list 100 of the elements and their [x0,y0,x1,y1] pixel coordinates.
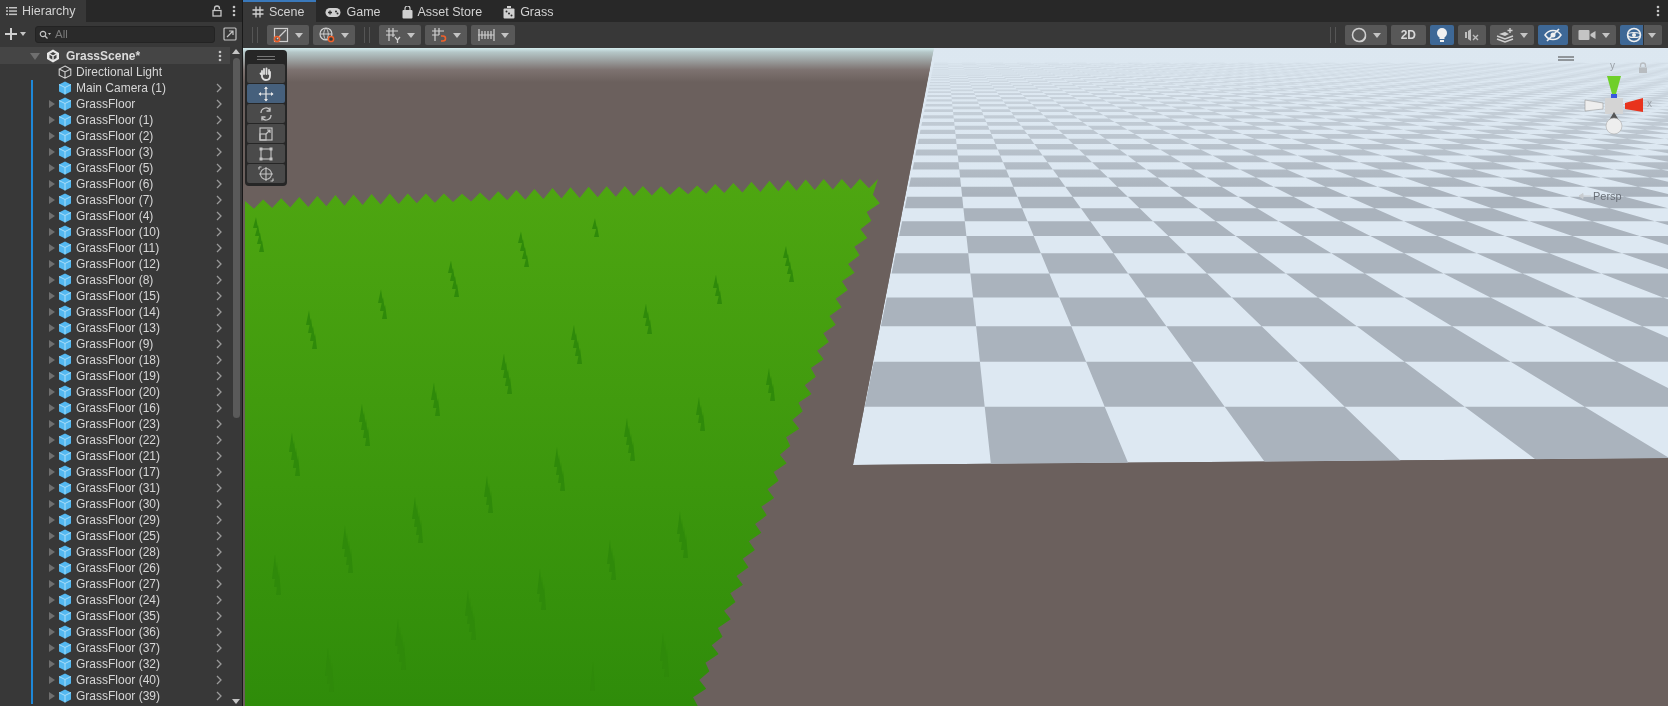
expand-arrow-icon[interactable] [48,179,56,189]
tool-button[interactable] [247,164,285,183]
expand-arrow-icon[interactable] [48,435,56,445]
editor-tab[interactable]: Asset Store [392,0,495,22]
tool-button[interactable] [247,104,285,123]
expand-arrow-icon[interactable] [48,323,56,333]
scene-view-button[interactable] [1430,25,1454,45]
hierarchy-item[interactable]: GrassFloor (37) [0,640,230,656]
hierarchy-item[interactable]: GrassFloor (14) [0,304,230,320]
tool-button[interactable] [247,84,285,103]
expand-arrow-icon[interactable] [48,691,56,701]
hierarchy-item[interactable]: GrassFloor (25) [0,528,230,544]
hierarchy-item[interactable]: GrassFloor (9) [0,336,230,352]
hierarchy-item[interactable]: GrassFloor (21) [0,448,230,464]
projection-label[interactable]: Persp [1593,190,1622,202]
tool-button[interactable] [247,124,285,143]
expand-arrow-icon[interactable] [48,467,56,477]
scene-view-button[interactable]: 2D [1390,25,1426,45]
hierarchy-item[interactable]: GrassFloor (40) [0,672,230,688]
expand-arrow-icon[interactable] [48,483,56,493]
scene-viewport[interactable]: y x Persp [243,48,1668,706]
hierarchy-item[interactable]: GrassFloor (30) [0,496,230,512]
editor-tab[interactable]: Game [316,0,393,22]
expand-arrow-icon[interactable] [48,115,56,125]
toolbar-dropdown-button[interactable] [471,25,515,45]
expand-arrow-icon[interactable] [48,99,56,109]
expand-arrow-icon[interactable] [48,147,56,157]
drag-handle-icon[interactable] [1558,56,1574,61]
hierarchy-item[interactable]: GrassFloor (8) [0,272,230,288]
expand-arrow-icon[interactable] [48,547,56,557]
hierarchy-item[interactable]: GrassFloor (35) [0,608,230,624]
hierarchy-item[interactable]: GrassFloor (5) [0,160,230,176]
hierarchy-item[interactable]: GrassFloor [0,96,230,112]
expand-arrow-icon[interactable] [48,659,56,669]
hierarchy-item[interactable]: GrassFloor (7) [0,192,230,208]
expand-arrow-icon[interactable] [48,163,56,173]
search-field[interactable]: All [35,25,215,43]
expand-arrow-icon[interactable] [48,307,56,317]
expand-arrow-icon[interactable] [48,355,56,365]
expand-arrow-icon[interactable] [48,515,56,525]
tool-button[interactable] [247,144,285,163]
hierarchy-item[interactable]: GrassFloor (17) [0,464,230,480]
expand-arrow-icon[interactable] [48,451,56,461]
toolbar-dropdown-button[interactable] [425,25,467,45]
expand-arrow-icon[interactable] [48,563,56,573]
hierarchy-item[interactable]: GrassFloor (36) [0,624,230,640]
lock-icon[interactable] [212,5,222,17]
scene-view-button[interactable] [1538,25,1568,45]
more-options-icon[interactable] [232,5,236,17]
hierarchy-item[interactable]: GrassFloor (4) [0,208,230,224]
toolbar-dropdown-button[interactable] [379,25,421,45]
hierarchy-item[interactable]: GrassFloor (27) [0,576,230,592]
expand-arrow-icon[interactable] [48,643,56,653]
expand-arrow-icon[interactable] [48,419,56,429]
orientation-gizmo-icon[interactable] [1583,74,1645,136]
more-options-icon[interactable] [218,49,222,62]
expand-arrow-icon[interactable] [48,403,56,413]
expand-arrow-icon[interactable] [48,259,56,269]
expand-arrow-icon[interactable] [48,211,56,221]
editor-tab[interactable]: Grass [494,0,566,22]
hierarchy-item[interactable]: GrassFloor (12) [0,256,230,272]
hierarchy-item[interactable]: GrassFloor (28) [0,544,230,560]
expand-arrow-icon[interactable] [48,195,56,205]
hierarchy-item[interactable]: GrassFloor (1) [0,112,230,128]
hierarchy-item[interactable]: GrassFloor (15) [0,288,230,304]
toolbar-dropdown-button[interactable] [313,25,355,45]
expand-arrow-icon[interactable] [48,675,56,685]
hierarchy-item[interactable]: GrassFloor (6) [0,176,230,192]
hierarchy-item[interactable]: GrassFloor (24) [0,592,230,608]
expand-arrow-icon[interactable] [48,579,56,589]
hierarchy-item[interactable]: GrassFloor (32) [0,656,230,672]
expand-arrow-icon[interactable] [48,291,56,301]
expand-arrow-icon[interactable] [48,611,56,621]
scrollbar-thumb[interactable] [232,58,240,418]
hierarchy-item[interactable]: GrassFloor (29) [0,512,230,528]
expand-arrow-icon[interactable] [48,275,56,285]
hierarchy-item[interactable]: GrassFloor (11) [0,240,230,256]
expand-arrow-icon[interactable] [48,531,56,541]
tool-button[interactable] [247,64,285,83]
hierarchy-item[interactable]: GrassFloor (19) [0,368,230,384]
hierarchy-item[interactable]: GrassFloor (13) [0,320,230,336]
expand-arrow-icon[interactable] [48,243,56,253]
hierarchy-item[interactable]: GrassFloor (26) [0,560,230,576]
toolbar-dropdown-button[interactable] [267,25,309,45]
editor-tab[interactable]: Scene [243,0,317,22]
hierarchy-item[interactable]: GrassFloor (23) [0,416,230,432]
expand-arrow-icon[interactable] [48,227,56,237]
hierarchy-item[interactable]: GrassFloor (22) [0,432,230,448]
hierarchy-item[interactable]: GrassFloor (39) [0,688,230,704]
expand-arrow-icon[interactable] [48,339,56,349]
expand-arrow-icon[interactable] [48,131,56,141]
scene-view-button[interactable] [1344,25,1387,45]
hierarchy-item[interactable]: GrassFloor (18) [0,352,230,368]
add-dropdown-icon[interactable] [5,27,27,41]
hierarchy-tab[interactable]: Hierarchy [0,0,86,22]
hierarchy-item[interactable]: GrassFloor (2) [0,128,230,144]
hierarchy-item[interactable]: GrassFloor (20) [0,384,230,400]
expand-arrow-icon[interactable] [48,371,56,381]
hierarchy-item[interactable]: GrassFloor (10) [0,224,230,240]
hierarchy-item[interactable]: Directional Light [0,64,230,80]
